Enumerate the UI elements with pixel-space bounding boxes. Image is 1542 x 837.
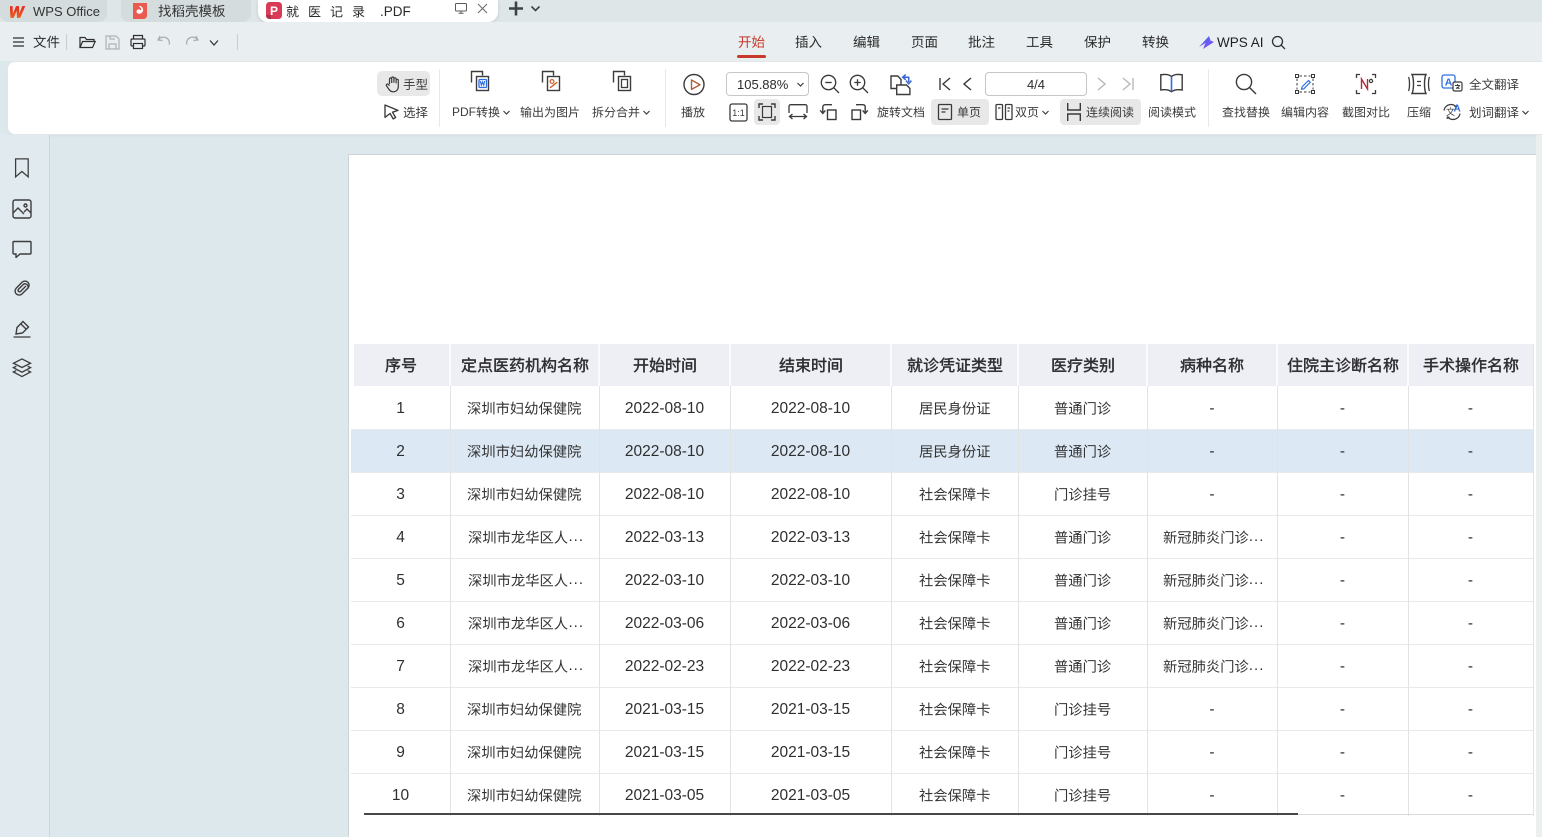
svg-text:W: W [10,4,25,19]
svg-text:P: P [270,4,278,18]
svg-text:A: A [1454,104,1461,115]
svg-text:1:1: 1:1 [732,108,745,118]
svg-text:A: A [1445,77,1453,89]
